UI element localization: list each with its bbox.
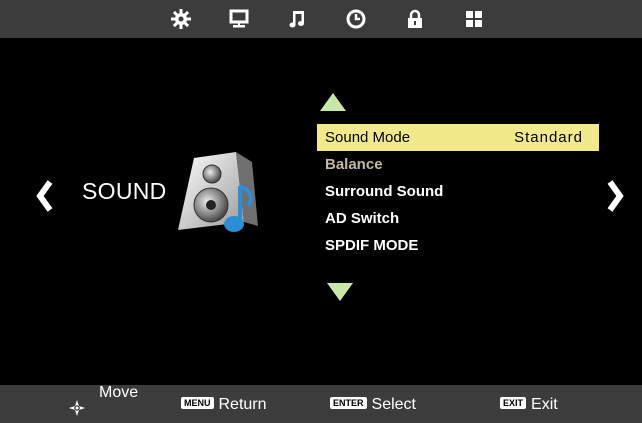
category-label: SOUND <box>82 178 167 204</box>
menu-item-label: Balance <box>325 156 383 173</box>
menu-item-label: Surround Sound <box>325 183 444 200</box>
return-hint: MENU Return <box>181 396 267 414</box>
menu-item-spdif-mode[interactable]: SPDIF MODE <box>317 232 599 259</box>
top-icon-bar <box>0 0 642 38</box>
menu-item-label: AD Switch <box>325 210 400 227</box>
menu-item-label: Sound Mode <box>325 129 411 146</box>
sound-menu-list: Sound Mode Standard Balance Surround Sou… <box>317 124 599 259</box>
menu-item-ad-switch[interactable]: AD Switch <box>317 205 599 232</box>
menu-item-balance: Balance <box>317 151 599 178</box>
exit-hint: EXIT Exit <box>500 396 558 414</box>
lock-icon[interactable] <box>404 8 426 30</box>
menu-item-surround-sound[interactable]: Surround Sound <box>317 178 599 205</box>
menu-item-label: SPDIF MODE <box>325 237 419 254</box>
menu-key-badge: MENU <box>181 396 214 409</box>
move-arrows-icon <box>67 398 87 418</box>
music-note-icon[interactable] <box>287 8 309 30</box>
scroll-down-icon[interactable] <box>327 283 353 301</box>
exit-hint-label: Exit <box>531 396 558 413</box>
gear-icon[interactable] <box>170 8 192 30</box>
menu-item-sound-mode[interactable]: Sound Mode Standard <box>317 124 599 151</box>
monitor-icon[interactable] <box>228 8 250 30</box>
grid-icon[interactable] <box>463 8 485 30</box>
move-hint-label: Move <box>99 384 139 401</box>
select-hint-label: Select <box>371 396 416 413</box>
speaker-music-icon <box>174 150 264 238</box>
previous-category-icon[interactable] <box>34 178 56 214</box>
enter-key-badge: ENTER <box>330 396 367 409</box>
clock-icon[interactable] <box>345 8 367 30</box>
scroll-up-icon[interactable] <box>320 93 346 111</box>
next-category-icon[interactable] <box>604 178 626 214</box>
exit-key-badge: EXIT <box>500 396 527 409</box>
menu-item-value: Standard <box>514 129 583 146</box>
return-hint-label: Return <box>218 396 267 413</box>
select-hint: ENTER Select <box>330 396 416 414</box>
